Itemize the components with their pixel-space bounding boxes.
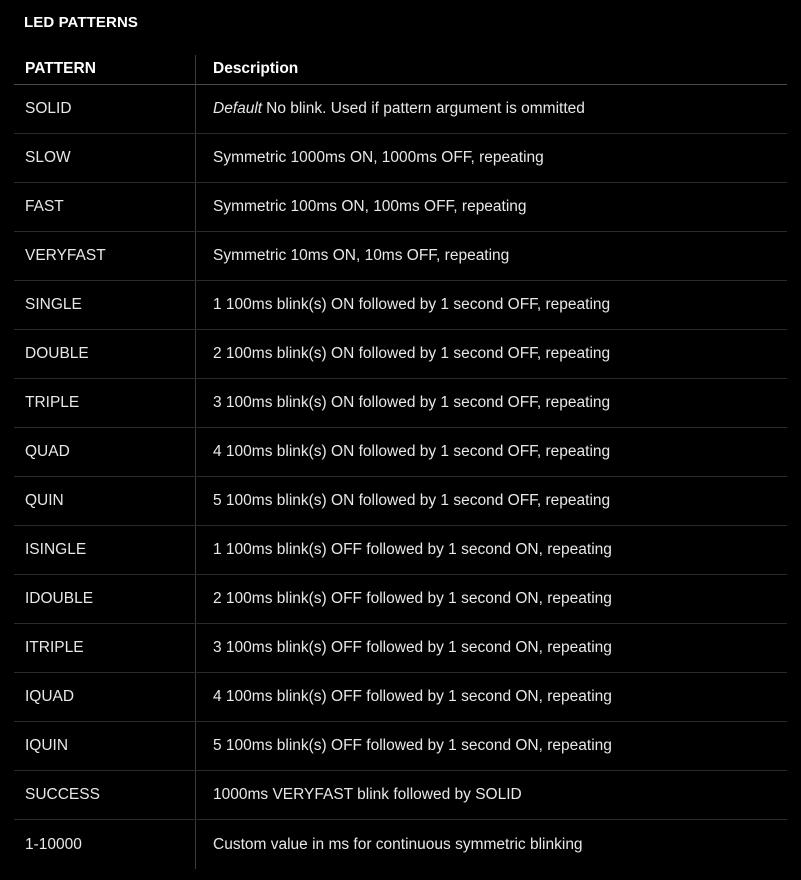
led-patterns-table: PATTERN Description SOLID Default No blink… (14, 55, 787, 869)
pattern-cell: ITRIPLE (14, 624, 196, 672)
table-row: DOUBLE 2 100ms blink(s) ON followed by 1 … (14, 330, 787, 379)
table-row: QUIN 5 100ms blink(s) ON followed by 1 se… (14, 477, 787, 526)
table-row: TRIPLE 3 100ms blink(s) ON followed by 1 … (14, 379, 787, 428)
table-row: SUCCESS 1000ms VERYFAST blink followed by… (14, 771, 787, 820)
table-row: 1-10000 Custom value in ms for continuous… (14, 820, 787, 869)
pattern-cell: 1-10000 (14, 820, 196, 869)
pattern-cell: SLOW (14, 134, 196, 182)
pattern-cell: TRIPLE (14, 379, 196, 427)
header-pattern: PATTERN (14, 55, 196, 84)
pattern-cell: IDOUBLE (14, 575, 196, 623)
description-text: 5 100ms blink(s) ON followed by 1 second… (213, 492, 611, 509)
table-row: QUAD 4 100ms blink(s) ON followed by 1 se… (14, 428, 787, 477)
description-text: 4 100ms blink(s) ON followed by 1 second… (213, 443, 611, 460)
pattern-cell: SOLID (14, 85, 196, 133)
table-row: IDOUBLE 2 100ms blink(s) OFF followed by … (14, 575, 787, 624)
description-cell: Symmetric 100ms ON, 100ms OFF, repeating (196, 183, 787, 231)
description-text: 1 100ms blink(s) ON followed by 1 second… (213, 296, 611, 313)
description-text: Custom value in ms for continuous symmet… (213, 835, 583, 853)
description-text: 1000ms VERYFAST blink followed by SOLID (213, 786, 522, 803)
pattern-cell: SUCCESS (14, 771, 196, 819)
description-cell: 3 100ms blink(s) OFF followed by 1 secon… (196, 624, 787, 672)
pattern-cell: SINGLE (14, 281, 196, 329)
table-row: IQUAD 4 100ms blink(s) OFF followed by 1 … (14, 673, 787, 722)
table-row: ISINGLE 1 100ms blink(s) OFF followed by … (14, 526, 787, 575)
default-emphasis: Default (213, 100, 263, 117)
page: LED PATTERNS PATTERN Description SOLID De… (0, 0, 801, 880)
description-text: 5 100ms blink(s) OFF followed by 1 secon… (213, 737, 612, 754)
description-text: Symmetric 10ms ON, 10ms OFF, repeating (213, 247, 510, 264)
table-row: SLOW Symmetric 1000ms ON, 1000ms OFF, rep… (14, 134, 787, 183)
description-cell: Default No blink. Used if pattern argumen… (196, 85, 787, 133)
description-cell: 1 100ms blink(s) OFF followed by 1 secon… (196, 526, 787, 574)
description-cell: Custom value in ms for continuous symmet… (196, 820, 787, 869)
pattern-cell: DOUBLE (14, 330, 196, 378)
description-text: Symmetric 1000ms ON, 1000ms OFF, repeati… (213, 149, 544, 166)
description-cell: 5 100ms blink(s) ON followed by 1 second… (196, 477, 787, 525)
pattern-cell: QUAD (14, 428, 196, 476)
description-text: 1 100ms blink(s) OFF followed by 1 secon… (213, 541, 612, 558)
header-description: Description (213, 60, 299, 77)
pattern-cell: IQUIN (14, 722, 196, 770)
description-text: Symmetric 100ms ON, 100ms OFF, repeating (213, 198, 527, 215)
description-cell: 5 100ms blink(s) OFF followed by 1 secon… (196, 722, 787, 770)
description-cell: Symmetric 1000ms ON, 1000ms OFF, repeati… (196, 134, 787, 182)
description-cell: 4 100ms blink(s) ON followed by 1 second… (196, 428, 787, 476)
description-cell: 2 100ms blink(s) OFF followed by 1 secon… (196, 575, 787, 623)
section-title: LED PATTERNS (24, 14, 138, 31)
table-row: SOLID Default No blink. Used if pattern ar… (14, 85, 787, 134)
description-cell: 3 100ms blink(s) ON followed by 1 second… (196, 379, 787, 427)
table-row: SINGLE 1 100ms blink(s) ON followed by 1 … (14, 281, 787, 330)
description-cell: 4 100ms blink(s) OFF followed by 1 secon… (196, 673, 787, 721)
description-cell: 1000ms VERYFAST blink followed by SOLID (196, 771, 787, 819)
table-row: IQUIN 5 100ms blink(s) OFF followed by 1 … (14, 722, 787, 771)
pattern-cell: IQUAD (14, 673, 196, 721)
pattern-cell: VERYFAST (14, 232, 196, 280)
description-cell: Symmetric 10ms ON, 10ms OFF, repeating (196, 232, 787, 280)
description-text: 3 100ms blink(s) ON followed by 1 second… (213, 394, 611, 411)
description-text: 2 100ms blink(s) ON followed by 1 second… (213, 345, 611, 362)
table-row: ITRIPLE 3 100ms blink(s) OFF followed by … (14, 624, 787, 673)
description-text: 2 100ms blink(s) OFF followed by 1 secon… (213, 590, 612, 607)
description-text: 3 100ms blink(s) OFF followed by 1 secon… (213, 639, 612, 656)
table-body: SOLID Default No blink. Used if pattern ar… (14, 85, 787, 869)
description-text: 4 100ms blink(s) OFF followed by 1 secon… (213, 688, 612, 705)
table-row: FAST Symmetric 100ms ON, 100ms OFF, repea… (14, 183, 787, 232)
description-cell: 1 100ms blink(s) ON followed by 1 second… (196, 281, 787, 329)
table-row: VERYFAST Symmetric 10ms ON, 10ms OFF, rep… (14, 232, 787, 281)
description-text: No blink. Used if pattern argument is om… (266, 100, 585, 117)
pattern-cell: FAST (14, 183, 196, 231)
description-cell: 2 100ms blink(s) ON followed by 1 second… (196, 330, 787, 378)
table-header-row: PATTERN Description (14, 55, 787, 85)
pattern-cell: ISINGLE (14, 526, 196, 574)
pattern-cell: QUIN (14, 477, 196, 525)
